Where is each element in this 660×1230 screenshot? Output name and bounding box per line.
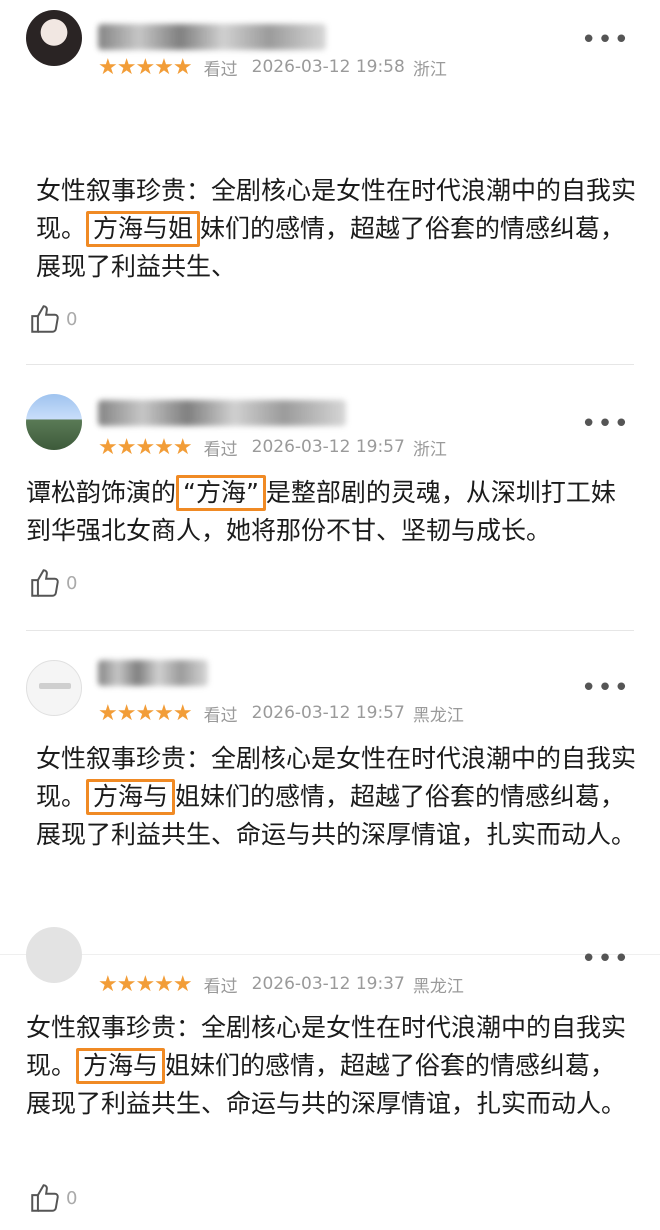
review-text: 谭松韵饰演的 “方海” 是整部剧的灵魂，从深圳打工妹到华强北女商人，她将那份不甘、坚… (26, 474, 638, 550)
rating-stars: ★★★★★ (98, 54, 193, 80)
watched-label: 看过 (203, 439, 238, 460)
like-count: 0 (66, 572, 78, 594)
review-datetime: 2026-03-12 19:57 (251, 703, 405, 723)
like-count: 0 (66, 308, 78, 330)
rating-stars: ★★★★★ (98, 434, 193, 460)
divider (26, 630, 634, 631)
review-meta: ★★★★★ 看过 2026-03-12 19:57 浙江 (98, 432, 447, 462)
highlight-box: 方海与姐 (86, 211, 201, 247)
highlight-box: 方海与 (86, 779, 176, 815)
rating-stars: ★★★★★ (98, 700, 193, 726)
avatar[interactable] (26, 394, 82, 450)
review-meta: ★★★★★ 看过 2026-03-12 19:37 黑龙江 (98, 969, 464, 999)
review-card: ••• ★★★★★ 看过 2026-03-12 19:58 浙江 女性叙事珍贵：… (0, 0, 660, 365)
more-dots-icon[interactable]: ••• (581, 675, 630, 701)
review-card: ••• ★★★★★ 看过 2026-03-12 19:57 浙江 谭松韵饰演的 “… (0, 370, 660, 632)
like-button[interactable]: 0 (28, 302, 77, 336)
avatar[interactable] (26, 927, 82, 983)
rating-stars: ★★★★★ (98, 971, 193, 997)
review-location: 浙江 (412, 59, 447, 80)
divider (26, 364, 634, 365)
review-text: 女性叙事珍贵：全剧核心是女性在时代浪潮中的自我实现。方海与姐妹们的感情，超越了俗… (26, 1013, 627, 1118)
review-location: 浙江 (412, 439, 447, 460)
watched-label: 看过 (203, 59, 238, 80)
highlight-box: “方海” (176, 475, 266, 511)
username-blurred[interactable] (98, 660, 208, 686)
watched-label: 看过 (203, 705, 238, 726)
like-button[interactable]: 0 (28, 566, 77, 600)
highlight-box: 方海与 (76, 1048, 166, 1084)
review-datetime: 2026-03-12 19:37 (251, 974, 405, 994)
more-dots-icon[interactable]: ••• (581, 411, 630, 437)
review-text: 女性叙事珍贵：全剧核心是女性在时代浪潮中的自我实现。方海与姐妹们的感情，超越了俗… (36, 176, 637, 281)
review-location: 黑龙江 (412, 705, 464, 726)
more-dots-icon[interactable]: ••• (581, 946, 630, 972)
more-dots-icon[interactable]: ••• (581, 27, 630, 53)
review-meta: ★★★★★ 看过 2026-03-12 19:58 浙江 (98, 52, 447, 82)
thumbs-up-icon (31, 305, 59, 333)
username-blurred[interactable] (98, 400, 346, 426)
avatar[interactable] (26, 660, 82, 716)
avatar[interactable] (26, 10, 82, 66)
thumbs-up-icon (31, 1184, 59, 1212)
review-meta: ★★★★★ 看过 2026-03-12 19:57 黑龙江 (98, 698, 464, 728)
review-location: 黑龙江 (412, 976, 464, 997)
thumbs-up-icon (31, 569, 59, 597)
review-text: 女性叙事珍贵：全剧核心是女性在时代浪潮中的自我实现。方海与姐妹们的感情，超越了俗… (36, 744, 637, 849)
like-button[interactable]: 0 (28, 1181, 77, 1215)
like-count: 0 (66, 1187, 78, 1209)
review-datetime: 2026-03-12 19:58 (251, 57, 405, 77)
review-card: ••• ★★★★★ 看过 2026-03-12 19:57 黑龙江 女性叙事珍贵… (0, 640, 660, 940)
review-datetime: 2026-03-12 19:57 (251, 437, 405, 457)
username-blurred[interactable] (98, 24, 326, 50)
watched-label: 看过 (203, 976, 238, 997)
review-card: ••• ★★★★★ 看过 2026-03-12 19:37 黑龙江 女性叙事珍贵… (0, 927, 660, 1230)
